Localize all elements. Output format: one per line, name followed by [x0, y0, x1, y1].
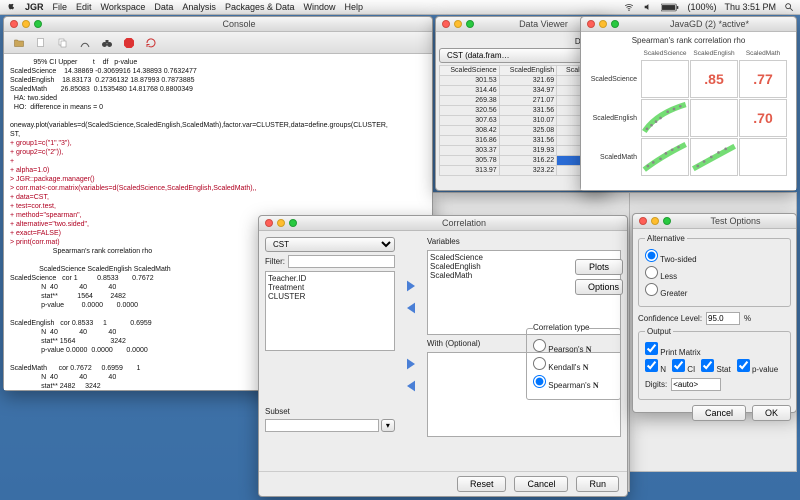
menu-edit[interactable]: Edit — [76, 2, 92, 12]
close-icon[interactable] — [639, 217, 647, 225]
digits-label: Digits: — [645, 380, 667, 389]
battery-pct: (100%) — [687, 2, 716, 12]
stop-icon[interactable] — [122, 36, 136, 50]
add-var-icon[interactable] — [403, 278, 419, 296]
all-variables-list[interactable]: Teacher.IDTreatmentCLUSTER — [265, 271, 395, 351]
close-icon[interactable] — [587, 20, 595, 28]
copy-icon[interactable] — [56, 36, 70, 50]
app-name[interactable]: JGR — [25, 2, 44, 12]
minimize-icon[interactable] — [22, 20, 30, 28]
zoom-icon[interactable] — [289, 219, 297, 227]
pearson-radio[interactable]: Pearson's — [533, 345, 584, 354]
open-icon[interactable] — [12, 36, 26, 50]
subset-input[interactable] — [265, 419, 379, 432]
console-toolbar — [4, 32, 432, 54]
battery-icon[interactable] — [661, 2, 679, 12]
clock[interactable]: Thu 3:51 PM — [724, 2, 776, 12]
refresh-icon[interactable] — [144, 36, 158, 50]
stat-check[interactable]: Stat — [701, 359, 730, 374]
apple-icon[interactable] — [6, 1, 16, 13]
history-icon[interactable] — [78, 36, 92, 50]
ctype-label: Correlation type — [533, 321, 589, 335]
greater-radio[interactable]: Greater — [645, 283, 687, 298]
ok-button[interactable]: OK — [752, 405, 791, 421]
variables-label: Variables — [427, 237, 621, 246]
corr-title: Correlation — [307, 218, 621, 228]
conf-label: Confidence Level: — [638, 314, 702, 323]
options-button[interactable]: Options — [575, 279, 623, 295]
output-label: Output — [645, 327, 673, 336]
digits-input[interactable] — [671, 378, 721, 391]
correlation-dialog: Correlation CST Filter: Teacher.IDTreatm… — [258, 215, 628, 497]
filter-input[interactable] — [288, 255, 395, 268]
spearman-radio[interactable]: Spearman's — [533, 381, 591, 390]
correlation-plot: Spearman's rank correlation rho ScaledSc… — [581, 32, 796, 190]
zoom-icon[interactable] — [34, 20, 42, 28]
cancel-button[interactable]: Cancel — [692, 405, 746, 421]
console-title: Console — [52, 19, 426, 29]
alt-label: Alternative — [645, 234, 687, 243]
add-with-icon[interactable] — [403, 356, 419, 374]
remove-with-icon[interactable] — [403, 378, 419, 396]
filter-label: Filter: — [265, 257, 285, 266]
conf-input[interactable] — [706, 312, 740, 325]
less-radio[interactable]: Less — [645, 266, 677, 281]
menu-analysis[interactable]: Analysis — [182, 2, 216, 12]
new-icon[interactable] — [34, 36, 48, 50]
subset-label: Subset — [265, 407, 395, 416]
minimize-icon[interactable] — [277, 219, 285, 227]
menu-file[interactable]: File — [53, 2, 68, 12]
ci-check[interactable]: CI — [672, 359, 695, 374]
minimize-icon[interactable] — [599, 20, 607, 28]
subset-dropdown[interactable]: ▾ — [381, 419, 395, 432]
print-matrix-check[interactable]: Print Matrix — [645, 342, 701, 357]
menu-window[interactable]: Window — [303, 2, 335, 12]
zoom-icon[interactable] — [466, 20, 474, 28]
minimize-icon[interactable] — [651, 217, 659, 225]
javagd-window: JavaGD (2) *active* Spearman's rank corr… — [580, 16, 797, 191]
plots-button[interactable]: Plots — [575, 259, 623, 275]
menu-data[interactable]: Data — [154, 2, 173, 12]
reset-button[interactable]: Reset — [457, 476, 507, 492]
pvalue-check[interactable]: p-value — [737, 359, 778, 374]
close-icon[interactable] — [442, 20, 450, 28]
menu-workspace[interactable]: Workspace — [101, 2, 146, 12]
two-sided-radio[interactable]: Two-sided — [645, 249, 697, 264]
plot-title: Spearman's rank correlation rho — [585, 36, 792, 45]
spotlight-icon[interactable] — [784, 2, 794, 13]
wifi-icon[interactable] — [623, 2, 635, 13]
dataset-select[interactable]: CST — [265, 237, 395, 252]
close-icon[interactable] — [265, 219, 273, 227]
menu-help[interactable]: Help — [345, 2, 364, 12]
gd-title: JavaGD (2) *active* — [629, 19, 790, 29]
menu-packages[interactable]: Packages & Data — [225, 2, 295, 12]
volume-icon[interactable] — [643, 2, 653, 13]
close-icon[interactable] — [10, 20, 18, 28]
cancel-button[interactable]: Cancel — [514, 476, 568, 492]
menubar: JGR File Edit Workspace Data Analysis Pa… — [0, 0, 800, 15]
n-check[interactable]: N — [645, 359, 666, 374]
run-button[interactable]: Run — [576, 476, 619, 492]
zoom-icon[interactable] — [663, 217, 671, 225]
kendall-radio[interactable]: Kendall's — [533, 363, 580, 372]
zoom-icon[interactable] — [611, 20, 619, 28]
minimize-icon[interactable] — [454, 20, 462, 28]
opts-title: Test Options — [681, 216, 790, 226]
remove-var-icon[interactable] — [403, 300, 419, 318]
test-options-dialog: Test Options Alternative Two-sided Less … — [632, 213, 797, 413]
binoculars-icon[interactable] — [100, 36, 114, 50]
